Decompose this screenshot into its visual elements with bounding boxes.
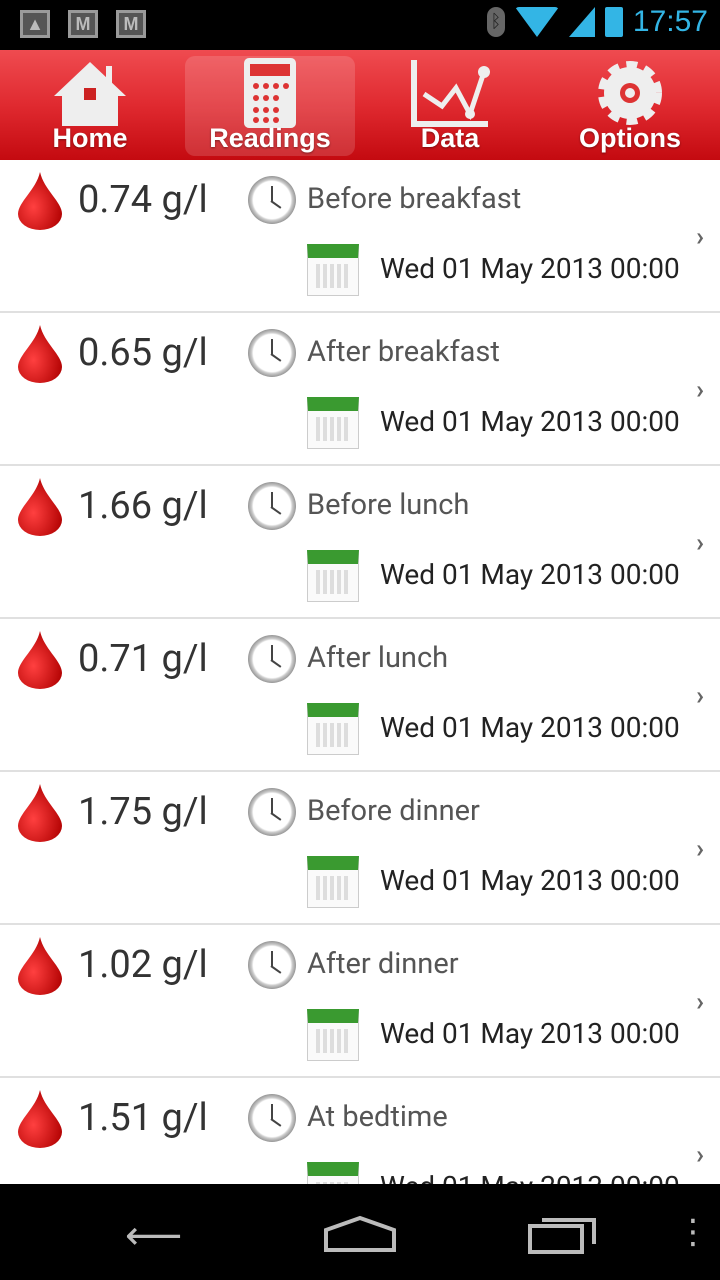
reading-row[interactable]: 1.02 g/l After dinner Wed 01 May 2013 00… [0,925,720,1078]
meal-label: After dinner [307,947,459,981]
chevron-right-icon: › [696,528,704,558]
wifi-icon [514,7,559,37]
reading-row[interactable]: 0.65 g/l After breakfast Wed 01 May 2013… [0,313,720,466]
meal-label: Before lunch [307,488,470,522]
back-button[interactable]: ⟵ [125,1212,182,1259]
blood-drop-icon [18,784,62,842]
chevron-right-icon: › [696,987,704,1017]
blood-drop-icon [18,478,62,536]
clock-time: 17:57 [632,5,708,38]
gmail-icon: M [116,10,146,38]
reading-value: 1.75 g/l [78,790,208,834]
chart-icon [411,60,490,127]
chevron-right-icon: › [696,1140,704,1170]
meal-label: At bedtime [307,1100,448,1134]
chevron-right-icon: › [696,834,704,864]
signal-icon [568,7,595,37]
reading-value: 1.02 g/l [78,943,208,987]
tab-home[interactable]: Home [0,50,180,160]
blood-drop-icon [18,1090,62,1148]
chevron-right-icon: › [696,222,704,252]
clock-icon [248,1094,296,1142]
calendar-icon [307,244,359,296]
calendar-icon [307,703,359,755]
clock-icon [248,482,296,530]
bluetooth-icon: ᛒ [486,7,505,37]
recent-apps-button[interactable] [528,1216,598,1256]
readings-list: 0.74 g/l Before breakfast Wed 01 May 201… [0,160,720,1184]
clock-icon [248,635,296,683]
reading-value: 1.51 g/l [78,1096,208,1140]
reading-date: Wed 01 May 2013 00:00 [380,1170,680,1184]
reading-date: Wed 01 May 2013 00:00 [380,558,680,591]
clock-icon [248,176,296,224]
reading-value: 0.65 g/l [78,331,208,375]
tab-label: Data [420,123,480,153]
calendar-icon [307,397,359,449]
reading-row[interactable]: 1.51 g/l At bedtime Wed 01 May 2013 00:0… [0,1078,720,1184]
clock-icon [248,329,296,377]
battery-icon [604,7,623,37]
reading-row[interactable]: 1.66 g/l Before lunch Wed 01 May 2013 00… [0,466,720,619]
reading-value: 0.71 g/l [78,637,208,681]
meal-label: After breakfast [307,335,500,369]
reading-date: Wed 01 May 2013 00:00 [380,711,680,744]
meal-label: After lunch [307,641,449,675]
meal-label: Before dinner [307,794,480,828]
house-icon [54,62,126,126]
calendar-icon [307,550,359,602]
reading-value: 0.74 g/l [78,178,208,222]
calendar-icon [307,1162,359,1184]
gmail-icon: M [68,10,98,38]
tab-label: Home [52,123,128,153]
meal-label: Before breakfast [307,182,522,216]
chevron-right-icon: › [696,375,704,405]
gear-icon [598,61,662,125]
blood-drop-icon [18,937,62,995]
blood-drop-icon [18,325,62,383]
tab-bar: Home Readings Data Options [0,50,720,160]
blood-drop-icon [18,172,62,230]
reading-value: 1.66 g/l [78,484,208,528]
calendar-icon [307,856,359,908]
calculator-icon [244,58,296,128]
tab-label: Readings [209,123,331,153]
tab-label: Options [579,123,681,153]
tab-options[interactable]: Options [540,50,720,160]
clock-icon [248,941,296,989]
reading-date: Wed 01 May 2013 00:00 [380,252,680,285]
reading-row[interactable]: 1.75 g/l Before dinner Wed 01 May 2013 0… [0,772,720,925]
chevron-right-icon: › [696,681,704,711]
status-bar: ▲ M M ᛒ 17:57 [0,0,720,50]
blood-drop-icon [18,631,62,689]
tab-readings[interactable]: Readings [180,50,360,160]
menu-button[interactable]: ⋮ [676,1212,710,1252]
calendar-icon [307,1009,359,1061]
navigation-bar: ⟵ ⋮ [0,1184,720,1280]
image-icon: ▲ [20,10,50,38]
reading-date: Wed 01 May 2013 00:00 [380,405,680,438]
reading-row[interactable]: 0.71 g/l After lunch Wed 01 May 2013 00:… [0,619,720,772]
tab-data[interactable]: Data [360,50,540,160]
reading-row[interactable]: 0.74 g/l Before breakfast Wed 01 May 201… [0,160,720,313]
home-button[interactable] [322,1214,398,1254]
reading-date: Wed 01 May 2013 00:00 [380,1017,680,1050]
reading-date: Wed 01 May 2013 00:00 [380,864,680,897]
clock-icon [248,788,296,836]
